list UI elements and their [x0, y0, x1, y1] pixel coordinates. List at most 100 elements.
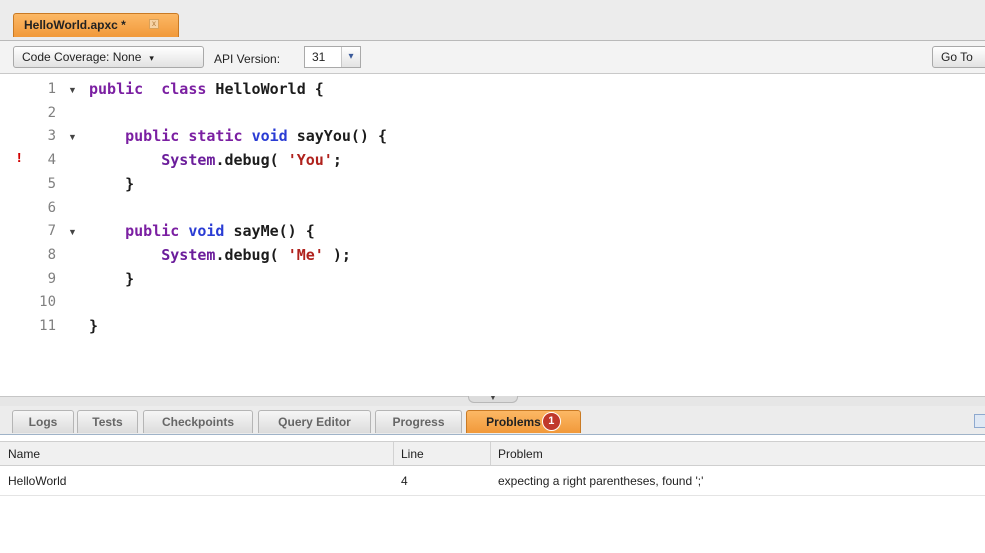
code-line[interactable]: ! 4 System.debug( 'You';	[0, 150, 985, 175]
file-tab-label: HelloWorld.apxc *	[24, 18, 126, 32]
code-token: System	[161, 151, 216, 170]
code-text: System.debug( 'Me' );	[89, 246, 351, 264]
line-number: 7	[47, 223, 56, 240]
line-number: 6	[47, 199, 56, 216]
chevron-down-icon: ▾	[341, 47, 360, 67]
code-line[interactable]: 5 }	[0, 174, 985, 199]
line-number: 1	[47, 81, 56, 97]
code-token: public	[125, 222, 180, 241]
chevron-down-icon: ▾	[149, 53, 154, 63]
table-row[interactable]: HelloWorld 4 expecting a right parenthes…	[0, 466, 985, 496]
problem-description-cell: expecting a right parentheses, found ';'	[498, 474, 704, 488]
code-token: ;	[332, 151, 342, 170]
tab-checkpoints[interactable]: Checkpoints	[143, 410, 253, 433]
tab-query-editor[interactable]: Query Editor	[258, 410, 371, 433]
code-line[interactable]: 1 ▼ public class HelloWorld {	[0, 79, 985, 104]
go-to-button[interactable]: Go To	[932, 46, 985, 68]
code-token: HelloWorld {	[206, 80, 324, 98]
column-divider[interactable]	[490, 442, 491, 465]
tab-label: Logs	[28, 415, 58, 429]
problem-line-cell: 4	[401, 474, 408, 488]
tab-label: Query Editor	[278, 415, 351, 429]
column-header-name[interactable]: Name	[8, 447, 40, 461]
code-line[interactable]: 11}	[0, 316, 985, 341]
api-version-select[interactable]: 31 ▾	[304, 46, 361, 68]
code-token: }	[89, 174, 135, 193]
line-number: 2	[47, 104, 56, 121]
code-line[interactable]: 8 System.debug( 'Me' );	[0, 245, 985, 270]
line-number: 8	[47, 246, 56, 263]
tab-label: Checkpoints	[161, 415, 234, 429]
code-token: class	[161, 80, 207, 98]
code-token: void	[188, 222, 225, 241]
error-marker-icon[interactable]: !	[15, 151, 23, 167]
code-text: System.debug( 'You';	[89, 151, 342, 169]
fold-toggle-icon[interactable]: ▼	[68, 85, 77, 95]
line-number: 10	[39, 294, 56, 311]
code-text: public static void sayYou() {	[89, 127, 387, 145]
tab-problems[interactable]: Problems 1	[466, 410, 581, 433]
code-token: 'Me'	[287, 245, 324, 264]
code-line[interactable]: 9 }	[0, 269, 985, 294]
code-token: public	[125, 127, 180, 146]
code-line[interactable]: 7 ▼ public void sayMe() {	[0, 221, 985, 246]
problem-count-badge: 1	[541, 412, 561, 432]
api-version-value: 31	[312, 50, 326, 64]
code-line[interactable]: 3 ▼ public static void sayYou() {	[0, 126, 985, 151]
tab-logs[interactable]: Logs	[12, 410, 74, 433]
fold-toggle-icon[interactable]: ▼	[68, 132, 77, 142]
tab-label: Problems	[486, 415, 541, 429]
code-editor[interactable]: 1 ▼ public class HelloWorld { 2 3 ▼ public st…	[0, 74, 985, 396]
line-number: 4	[47, 152, 56, 169]
column-header-problem[interactable]: Problem	[498, 447, 543, 461]
code-token: public	[89, 80, 144, 98]
column-header-line[interactable]: Line	[401, 447, 424, 461]
code-line[interactable]: 2	[0, 103, 985, 128]
code-text: }	[89, 317, 98, 335]
code-token: .debug(	[215, 245, 288, 264]
line-number: 3	[47, 128, 56, 145]
code-token: 'You'	[287, 151, 333, 170]
code-text: public void sayMe() {	[89, 222, 315, 240]
file-tab-strip: HelloWorld.apxc * x	[0, 0, 985, 40]
code-text: }	[89, 175, 134, 193]
column-divider[interactable]	[393, 442, 394, 465]
tab-label: Progress	[392, 415, 445, 429]
code-token: void	[251, 127, 288, 146]
code-coverage-label: Code Coverage: None	[22, 50, 142, 64]
code-text: public class HelloWorld {	[89, 80, 324, 98]
line-number: 5	[47, 175, 56, 192]
code-line[interactable]: 6	[0, 198, 985, 223]
panel-splitter[interactable]: ▼	[0, 395, 985, 406]
code-token: System	[161, 245, 216, 264]
collapse-handle-icon[interactable]: ▼	[468, 395, 518, 403]
bottom-panel-tabs: Logs Tests Checkpoints Query Editor Prog…	[0, 406, 985, 435]
line-number: 11	[39, 318, 56, 334]
code-token: .debug(	[215, 151, 288, 170]
code-token: sayMe() {	[224, 222, 315, 241]
file-tab-helloworld[interactable]: HelloWorld.apxc * x	[13, 13, 179, 37]
tab-progress[interactable]: Progress	[375, 410, 462, 433]
code-token: }	[89, 269, 135, 288]
panel-options-icon[interactable]	[974, 414, 985, 428]
code-line[interactable]: 10	[0, 292, 985, 317]
close-icon[interactable]: x	[149, 19, 159, 29]
code-coverage-dropdown[interactable]: Code Coverage: None ▾	[13, 46, 204, 68]
tab-tests[interactable]: Tests	[77, 410, 138, 433]
problems-table-header: Name Line Problem	[0, 441, 985, 466]
code-token: static	[188, 127, 243, 146]
fold-toggle-icon[interactable]: ▼	[68, 227, 77, 237]
api-version-label: API Version:	[214, 52, 281, 66]
tab-label: Tests	[92, 415, 123, 429]
problem-name-cell: HelloWorld	[8, 474, 67, 488]
code-token: );	[323, 245, 351, 264]
problems-panel: Name Line Problem HelloWorld 4 expecting…	[0, 435, 985, 553]
